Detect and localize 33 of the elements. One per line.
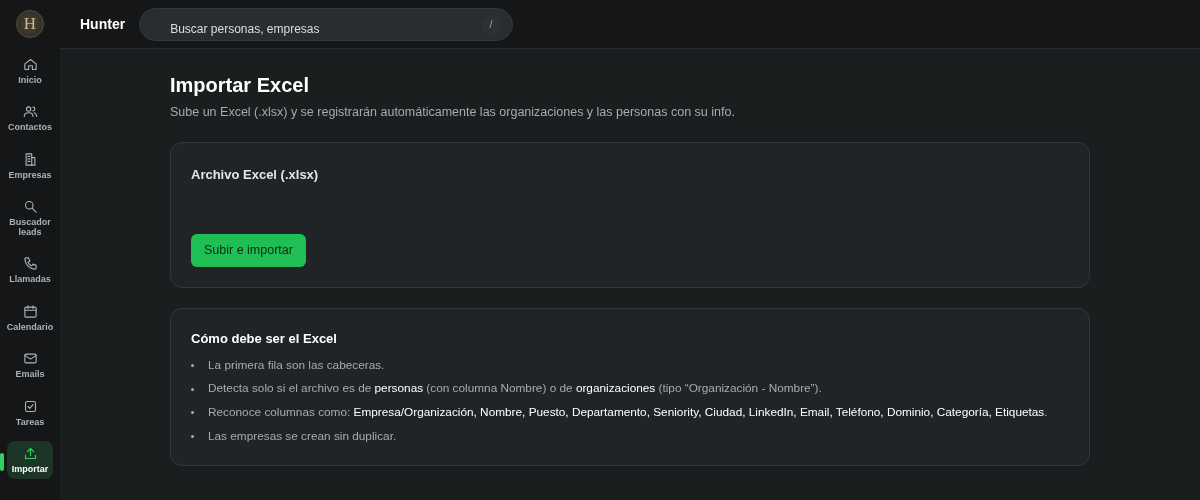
app-name: Hunter (80, 14, 126, 34)
sidebar-item[interactable]: Llamadas (7, 251, 53, 290)
help-title: Cómo debe ser el Excel (191, 330, 338, 348)
search-icon (22, 199, 38, 215)
help-item: La primera fila son las cabeceras. (208, 356, 385, 374)
home-icon (22, 57, 38, 72)
page-subtitle: Sube un Excel (.xlsx) y se registrarán automáticamente las organizaciones y las personas con su info. (170, 104, 736, 121)
bullet-icon (191, 411, 194, 415)
sidebar-item[interactable]: Inicio (7, 52, 53, 91)
sidebar-item[interactable]: Calendario (7, 298, 53, 338)
sidebar-item[interactable]: Buscador leads (7, 194, 53, 243)
checkbox-icon (22, 398, 38, 414)
active-indicator (0, 452, 4, 471)
logo: H (16, 10, 44, 38)
phone-icon (22, 256, 38, 272)
page-title: Importar Excel (170, 73, 310, 97)
bullet-icon (191, 387, 194, 391)
sidebar-item[interactable]: Empresas (7, 146, 53, 186)
building-icon (22, 151, 38, 167)
sidebar-item[interactable]: Tareas (7, 393, 53, 432)
upload-icon (22, 445, 38, 461)
bullet-icon (191, 363, 194, 367)
help-item: Detecta solo si el archivo es de personas (con columna Nombre) o de organizaciones (tipo “Organización - Nombre”). (208, 380, 822, 398)
help-item: Reconoce columnas como: Empresa/Organización, Nombre, Puesto, Departamento, Seniority, Ciudad, LinkedIn, Email, Teléfono, Dominio, Categoría, Etiquetas. (208, 403, 1048, 421)
calendar-icon (22, 303, 38, 319)
bullet-icon (191, 434, 194, 438)
help-item: Las empresas se crean sin duplicar. (208, 427, 397, 445)
field-label: Archivo Excel (.xlsx) (191, 165, 320, 184)
mail-icon (22, 351, 38, 367)
sidebar-item[interactable]: Emails (7, 346, 53, 385)
upload-button[interactable]: Subir e importar (191, 234, 306, 267)
people-icon (22, 104, 38, 120)
sidebar-item[interactable]: Contactos (7, 99, 53, 138)
